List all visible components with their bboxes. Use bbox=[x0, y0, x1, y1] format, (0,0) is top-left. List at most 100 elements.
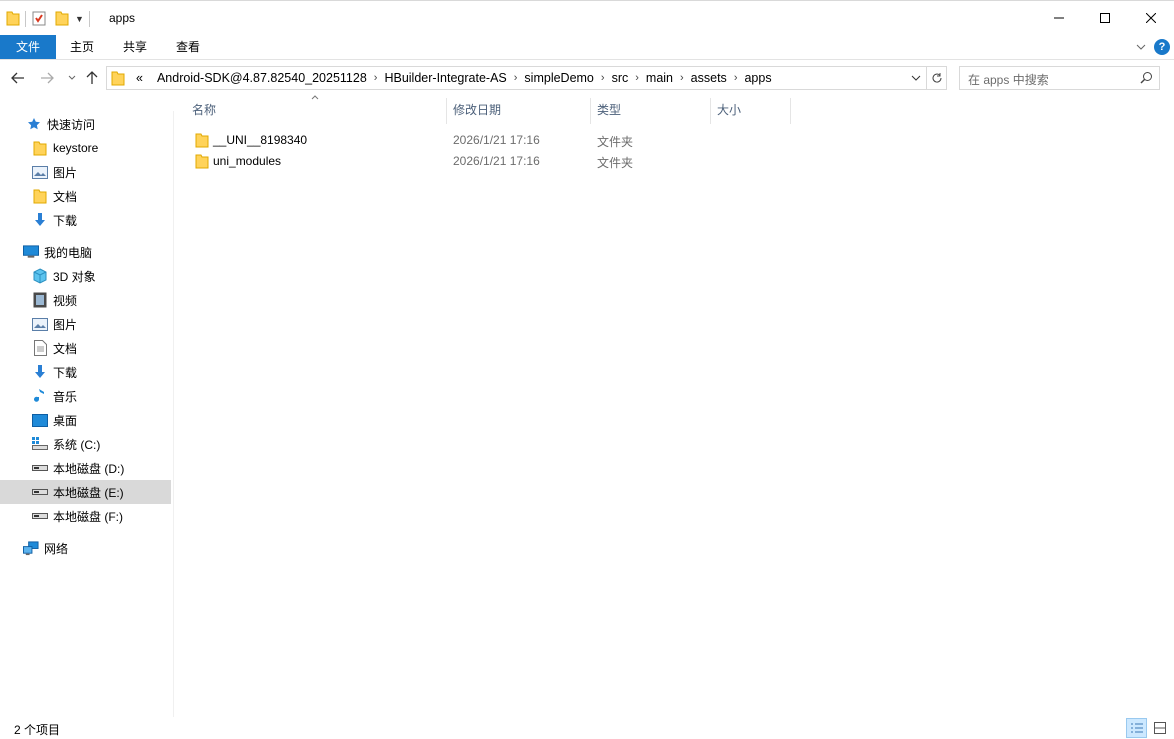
file-row[interactable]: __UNI__8198340 2026/1/21 17:16 文件夹 bbox=[188, 130, 658, 151]
sidebar-item-downloads[interactable]: 下载 bbox=[0, 208, 171, 232]
sidebar-item-label: 本地磁盘 (E:) bbox=[53, 485, 124, 500]
breadcrumb-item[interactable]: main bbox=[639, 71, 680, 85]
pictures-icon bbox=[32, 164, 48, 180]
computer-icon bbox=[23, 244, 39, 260]
chevron-down-icon[interactable]: ▼ bbox=[75, 14, 84, 24]
new-folder-icon[interactable] bbox=[55, 10, 69, 29]
folder-icon bbox=[32, 188, 48, 204]
file-date: 2026/1/21 17:16 bbox=[453, 133, 540, 147]
tab-view[interactable]: 查看 bbox=[164, 35, 212, 59]
tab-share[interactable]: 共享 bbox=[111, 35, 159, 59]
sidebar-item-label: 文档 bbox=[53, 341, 78, 356]
ribbon-tabs: 文件 主页 共享 查看 ? bbox=[0, 35, 1174, 60]
music-icon bbox=[32, 388, 48, 404]
refresh-button[interactable] bbox=[926, 67, 946, 89]
sidebar-item-label: 下载 bbox=[53, 365, 78, 380]
sidebar-item-label: 文档 bbox=[53, 189, 78, 204]
sidebar-item-drive-d[interactable]: 本地磁盘 (D:) bbox=[0, 456, 171, 480]
sidebar-item-label: keystore bbox=[53, 141, 99, 155]
drive-icon bbox=[32, 460, 48, 476]
cube-icon bbox=[32, 268, 48, 284]
sidebar-item-3d-objects[interactable]: 3D 对象 bbox=[0, 264, 171, 288]
video-icon bbox=[32, 292, 48, 308]
sidebar-item-videos[interactable]: 视频 bbox=[0, 288, 171, 312]
folder-icon bbox=[195, 153, 209, 172]
toolbar-divider bbox=[88, 11, 90, 27]
column-header-name[interactable]: 名称 bbox=[186, 98, 447, 124]
properties-icon[interactable] bbox=[31, 10, 47, 29]
up-button[interactable] bbox=[84, 69, 100, 87]
sidebar-item-music[interactable]: 音乐 bbox=[0, 384, 171, 408]
star-icon bbox=[26, 116, 42, 132]
folder-icon bbox=[32, 140, 48, 156]
file-type: 文件夹 bbox=[597, 156, 634, 170]
file-type: 文件夹 bbox=[597, 135, 634, 149]
sidebar-item-label: 本地磁盘 (D:) bbox=[53, 461, 125, 476]
back-button[interactable] bbox=[10, 69, 26, 87]
sidebar-item-desktop[interactable]: 桌面 bbox=[0, 408, 171, 432]
search-box[interactable]: 在 apps 中搜索 bbox=[959, 66, 1160, 90]
expand-ribbon-icon[interactable] bbox=[1136, 40, 1146, 54]
breadcrumb-overflow[interactable]: « bbox=[129, 71, 150, 85]
sidebar-item-drive-c[interactable]: 系统 (C:) bbox=[0, 432, 171, 456]
search-input[interactable]: 在 apps 中搜索 bbox=[968, 71, 1049, 88]
breadcrumb-item[interactable]: simpleDemo bbox=[517, 71, 600, 85]
navigation-pane: 快速访问 keystore 图片 文档 下载 我的电脑 3D 对象 视频 图片 … bbox=[0, 111, 174, 717]
sidebar-item-pictures-pc[interactable]: 图片 bbox=[0, 312, 171, 336]
drive-icon bbox=[32, 484, 48, 500]
window-controls bbox=[1036, 1, 1174, 35]
help-button[interactable]: ? bbox=[1154, 39, 1170, 55]
title-bar: ▼ apps bbox=[0, 1, 1174, 35]
tab-file[interactable]: 文件 bbox=[0, 35, 56, 59]
sidebar-item-keystore[interactable]: keystore bbox=[0, 136, 171, 160]
breadcrumb-item[interactable]: assets bbox=[684, 71, 734, 85]
sidebar-item-label: 我的电脑 bbox=[44, 245, 93, 260]
folder-icon bbox=[195, 132, 209, 151]
file-name: __UNI__8198340 bbox=[213, 133, 308, 147]
drive-icon bbox=[32, 508, 48, 524]
column-header-size[interactable]: 大小 bbox=[711, 98, 791, 124]
sidebar-item-label: 本地磁盘 (F:) bbox=[53, 509, 123, 524]
quick-access-toolbar: ▼ bbox=[6, 9, 95, 29]
forward-button[interactable] bbox=[39, 69, 55, 87]
sidebar-item-documents-pc[interactable]: 文档 bbox=[0, 336, 171, 360]
sidebar-item-documents[interactable]: 文档 bbox=[0, 184, 171, 208]
sidebar-item-label: 快速访问 bbox=[47, 117, 96, 132]
sidebar-item-pictures[interactable]: 图片 bbox=[0, 160, 171, 184]
recent-locations-button[interactable] bbox=[64, 69, 80, 87]
column-header-date[interactable]: 修改日期 bbox=[447, 98, 591, 124]
navigation-bar: « Android-SDK@4.87.82540_20251128 › HBui… bbox=[0, 61, 1174, 95]
sidebar-item-label: 3D 对象 bbox=[53, 269, 96, 284]
sidebar-item-drive-f[interactable]: 本地磁盘 (F:) bbox=[0, 504, 171, 528]
tab-home[interactable]: 主页 bbox=[58, 35, 106, 59]
address-bar[interactable]: « Android-SDK@4.87.82540_20251128 › HBui… bbox=[106, 66, 947, 90]
minimize-button[interactable] bbox=[1036, 1, 1082, 35]
sidebar-item-label: 桌面 bbox=[53, 413, 78, 428]
maximize-button[interactable] bbox=[1082, 1, 1128, 35]
sidebar-item-label: 图片 bbox=[53, 165, 78, 180]
system-drive-icon bbox=[32, 436, 48, 452]
file-date: 2026/1/21 17:16 bbox=[453, 154, 540, 168]
close-button[interactable] bbox=[1128, 1, 1174, 35]
breadcrumb-item[interactable]: src bbox=[605, 71, 636, 85]
network-icon bbox=[23, 540, 39, 556]
item-count: 2 个项目 bbox=[14, 723, 61, 737]
download-icon bbox=[32, 364, 48, 380]
details-view-button[interactable] bbox=[1126, 718, 1147, 738]
breadcrumb-item[interactable]: HBuilder-Integrate-AS bbox=[377, 71, 513, 85]
address-history-button[interactable] bbox=[906, 67, 926, 89]
sidebar-item-network[interactable]: 网络 bbox=[0, 536, 171, 560]
file-row[interactable]: uni_modules 2026/1/21 17:16 文件夹 bbox=[188, 151, 658, 172]
column-header-type[interactable]: 类型 bbox=[591, 98, 711, 124]
window-title: apps bbox=[109, 11, 136, 25]
breadcrumb-item[interactable]: Android-SDK@4.87.82540_20251128 bbox=[150, 71, 374, 85]
sidebar-item-drive-e[interactable]: 本地磁盘 (E:) bbox=[0, 480, 171, 504]
sidebar-item-quick-access[interactable]: 快速访问 bbox=[0, 112, 171, 136]
breadcrumb: « Android-SDK@4.87.82540_20251128 › HBui… bbox=[125, 67, 779, 89]
breadcrumb-item[interactable]: apps bbox=[737, 71, 778, 85]
sidebar-item-this-pc[interactable]: 我的电脑 bbox=[0, 240, 171, 264]
ribbon-controls: ? bbox=[1136, 39, 1170, 55]
sidebar-item-downloads-pc[interactable]: 下载 bbox=[0, 360, 171, 384]
search-icon[interactable] bbox=[1140, 71, 1153, 87]
large-icons-view-button[interactable] bbox=[1149, 718, 1170, 738]
